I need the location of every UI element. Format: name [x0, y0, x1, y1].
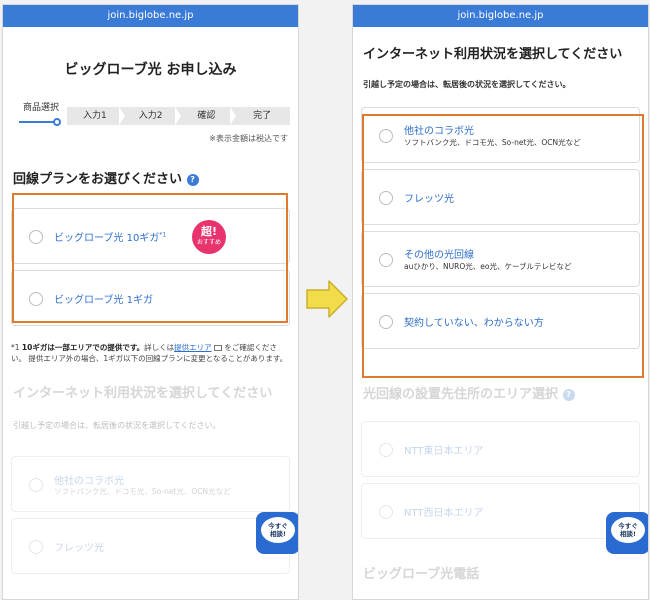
- usage-option-collab[interactable]: 他社のコラボ光 ソフトバンク光、ドコモ光、So-net光、OCN光など: [11, 456, 290, 512]
- chat-bubble: 今すぐ 相談!: [261, 517, 295, 543]
- plan-section-title: 回線プランをお選びください ?: [3, 170, 298, 190]
- step-label: 商品選択: [22, 103, 59, 113]
- chat-bubble: 今すぐ 相談!: [611, 517, 645, 543]
- plan-section-title-text: 回線プランをお選びください: [13, 172, 183, 187]
- usage-option-sub: ソフトバンク光、ドコモ光、So-net光、OCN光など: [54, 487, 231, 496]
- area-section-title-text: 光回線の設置先住所のエリア選択: [363, 387, 559, 402]
- footnote-text: 詳しくは: [144, 343, 175, 352]
- comparison-stage: join.biglobe.ne.jp ビッグローブ光 お申し込み 商品選択 入力…: [0, 0, 650, 600]
- step-progress-dot: [53, 118, 61, 126]
- external-link-icon: [214, 345, 222, 351]
- url-bar[interactable]: join.biglobe.ne.jp: [3, 5, 298, 27]
- area-option-west[interactable]: NTT西日本エリア: [361, 483, 640, 539]
- step-bar: 入力1 入力2 確認 完了: [67, 107, 290, 125]
- radio-button[interactable]: [379, 505, 393, 519]
- help-icon[interactable]: ?: [562, 388, 575, 401]
- step-complete: 完了: [253, 111, 272, 121]
- usage-option-label: 他社のコラボ光: [54, 476, 124, 487]
- step-confirm: 確認: [179, 107, 236, 125]
- footnote-mark: *1: [11, 343, 20, 352]
- page-title: ビッグローブ光 お申し込み: [64, 62, 237, 78]
- step-input2: 入力2: [123, 107, 181, 125]
- chat-line1: 今すぐ: [268, 522, 288, 530]
- chat-line2: 相談!: [270, 530, 286, 538]
- step-progress: 商品選択 入力1 入力2 確認 完了: [15, 101, 290, 126]
- area-option-label: NTT東日本エリア: [404, 446, 484, 457]
- radio-button[interactable]: [29, 478, 43, 492]
- usage-option-flets[interactable]: フレッツ光: [11, 518, 290, 574]
- footnote-bold: 10ギガは一部エリアでの提供です。: [21, 343, 145, 352]
- tax-note: ※表示金額は税込です: [209, 134, 288, 143]
- area-option-east[interactable]: NTT東日本エリア: [361, 421, 640, 477]
- area-section-title: 光回線の設置先住所のエリア選択 ?: [353, 385, 648, 405]
- chat-button[interactable]: 今すぐ 相談!: [256, 512, 298, 554]
- usage-section-title: インターネット利用状況を選択してください: [363, 47, 623, 62]
- help-icon[interactable]: ?: [186, 173, 199, 186]
- chat-line2: 相談!: [620, 530, 636, 538]
- next-arrow-icon: [306, 280, 348, 318]
- plan-highlight-frame: [12, 193, 288, 323]
- chat-button[interactable]: 今すぐ 相談!: [606, 512, 648, 554]
- usage-section-title: インターネット利用状況を選択してください: [13, 386, 273, 401]
- phone-section-title: ビッグローブ光電話: [363, 567, 480, 582]
- step-input1: 入力1: [67, 107, 125, 125]
- area-link[interactable]: 提供エリア: [174, 343, 212, 352]
- radio-button[interactable]: [379, 443, 393, 457]
- url-bar[interactable]: join.biglobe.ne.jp: [353, 5, 648, 27]
- area-footnote: *1 10ギガは一部エリアでの提供です。詳しくは提供エリア をご確認ください。 …: [3, 342, 298, 364]
- usage-note: 引越し予定の場合は、転居後の状況を選択してください。: [363, 80, 571, 89]
- step-current: 商品選択: [15, 101, 67, 126]
- radio-button[interactable]: [29, 540, 43, 554]
- usage-option-label: フレッツ光: [54, 543, 104, 554]
- area-option-label: NTT西日本エリア: [404, 508, 484, 519]
- usage-highlight-frame: [362, 114, 644, 378]
- chat-line1: 今すぐ: [618, 522, 638, 530]
- usage-note: 引越し予定の場合は、転居後の状況を選択してください。: [13, 421, 221, 430]
